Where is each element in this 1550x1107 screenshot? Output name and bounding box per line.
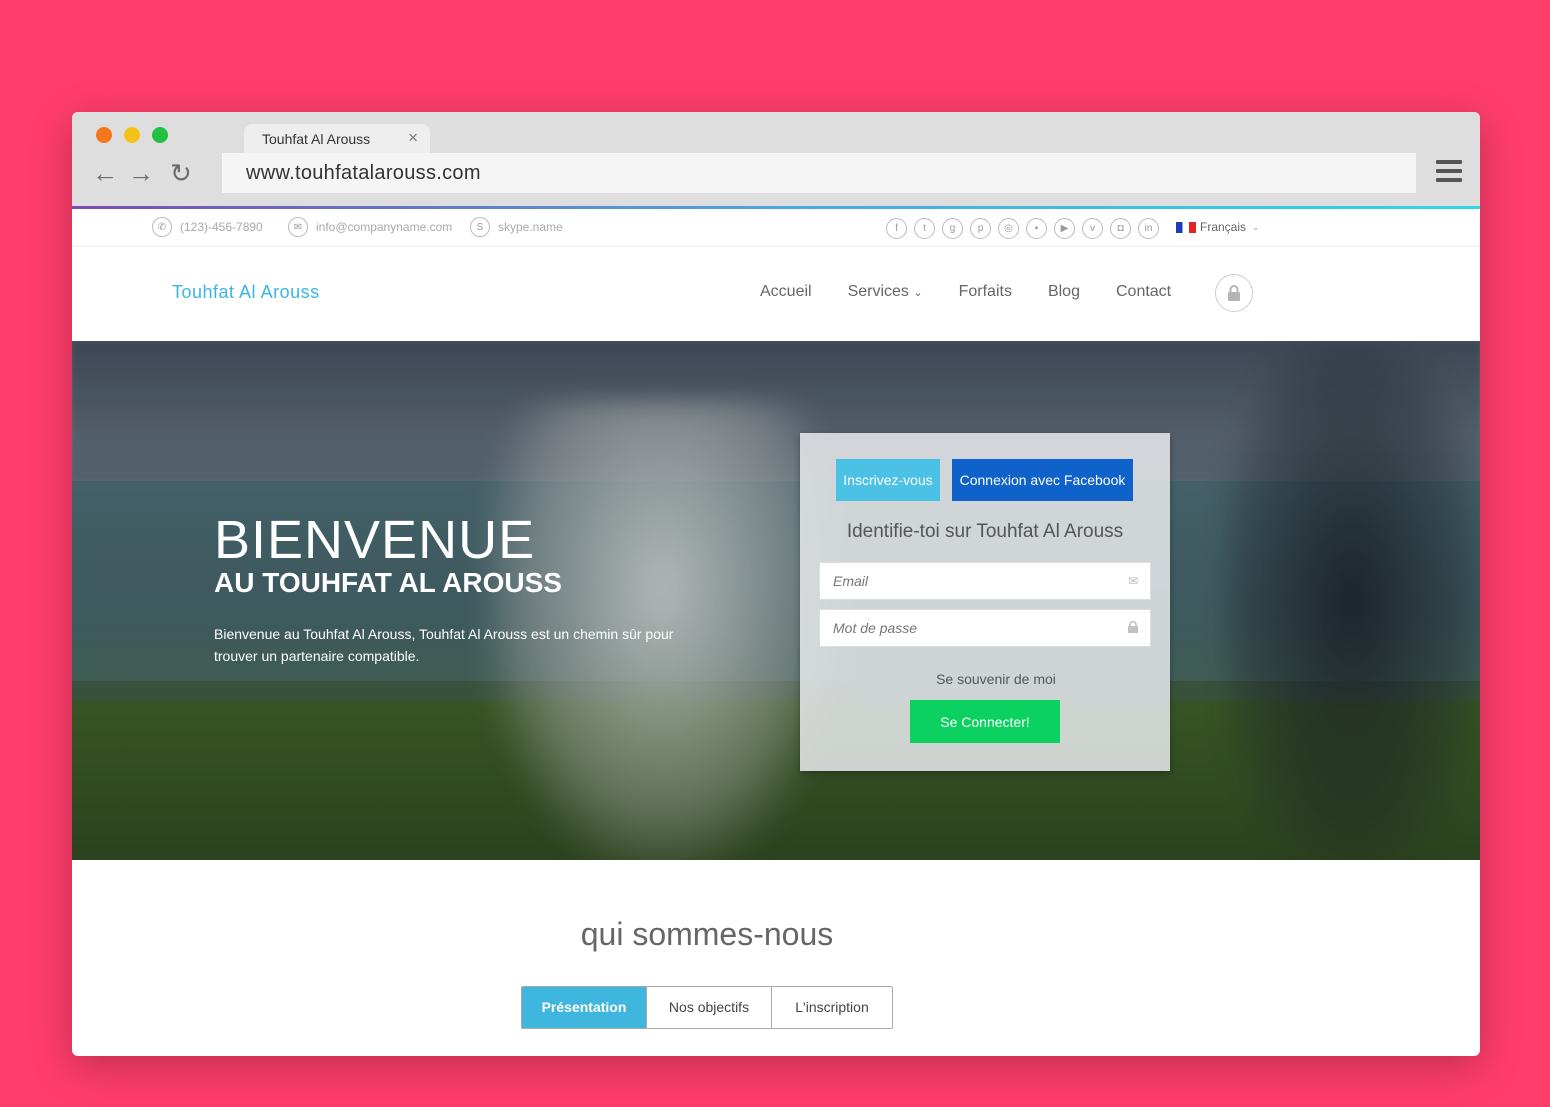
- nav-item-accueil[interactable]: Accueil: [760, 283, 812, 301]
- minimize-window-button[interactable]: [124, 127, 140, 143]
- about-tabs: Présentation Nos objectifs L'inscription: [521, 986, 893, 1029]
- tab-title: Touhfat Al Arouss: [262, 131, 371, 147]
- nav-item-services-label: Services: [847, 283, 909, 300]
- about-title: qui sommes-nous: [580, 916, 834, 952]
- facebook-login-button[interactable]: Connexion avec Facebook: [952, 459, 1133, 501]
- twitter-icon[interactable]: t: [914, 218, 935, 239]
- tab-presentation[interactable]: Présentation: [522, 987, 647, 1028]
- nav-item-contact[interactable]: Contact: [1116, 283, 1171, 301]
- back-arrow-icon[interactable]: ←: [92, 158, 118, 188]
- hero-section: BIENVENUE AU TOUHFAT AL AROUSS Bienvenue…: [72, 341, 1480, 860]
- social-links: f t g p ◎ ▪ ▶ v ◘ in: [886, 218, 1166, 239]
- email-field[interactable]: [820, 563, 1150, 599]
- vimeo-icon[interactable]: v: [1082, 218, 1103, 239]
- nav-item-forfaits[interactable]: Forfaits: [959, 283, 1012, 301]
- lock-icon[interactable]: [1215, 274, 1253, 312]
- forward-arrow-icon[interactable]: →: [128, 158, 154, 188]
- envelope-icon: ✉: [288, 217, 308, 237]
- password-field-wrapper: [819, 609, 1151, 647]
- close-tab-icon[interactable]: ×: [408, 128, 418, 148]
- maximize-window-button[interactable]: [152, 127, 168, 143]
- login-title: Identifie-toi sur Touhfat Al Arouss: [846, 521, 1124, 542]
- login-panel: Inscrivez-vous Connexion avec Facebook I…: [800, 433, 1170, 771]
- hero-description: Bienvenue au Touhfat Al Arouss, Touhfat …: [214, 626, 674, 664]
- browser-chrome: Touhfat Al Arouss × ← → ↻ www.touhfatala…: [72, 112, 1480, 206]
- flickr-icon[interactable]: ▪: [1026, 218, 1047, 239]
- email-text: info@companyname.com: [316, 220, 453, 234]
- youtube-icon[interactable]: ▶: [1054, 218, 1075, 239]
- remember-me[interactable]: Se souvenir de moi: [800, 671, 1170, 687]
- connect-button[interactable]: Se Connecter!: [910, 700, 1060, 743]
- main-menu: Accueil Services ⌄ Forfaits Blog Contact: [760, 283, 1207, 301]
- envelope-icon: ✉: [1127, 574, 1138, 588]
- hero-title: BIENVENUE: [214, 510, 536, 570]
- top-info-bar: ✆ (123)-456-7890 ✉ info@companyname.com …: [72, 209, 1480, 247]
- google-plus-icon[interactable]: g: [942, 218, 963, 239]
- skype-contact[interactable]: S skype.name: [470, 217, 563, 237]
- french-flag-icon: [1176, 221, 1196, 233]
- browser-tab[interactable]: Touhfat Al Arouss ×: [244, 124, 430, 154]
- skype-icon: S: [470, 217, 490, 237]
- chevron-down-icon: ⌄: [913, 287, 923, 299]
- phone-icon: ✆: [152, 217, 172, 237]
- lock-icon: [1128, 620, 1138, 636]
- register-button[interactable]: Inscrivez-vous: [836, 459, 940, 501]
- nav-item-blog[interactable]: Blog: [1048, 283, 1080, 301]
- instagram-icon[interactable]: ◘: [1110, 218, 1131, 239]
- linkedin-icon[interactable]: in: [1138, 218, 1159, 239]
- nav-item-services[interactable]: Services ⌄: [848, 283, 923, 301]
- main-navbar: Touhfat Al Arouss Accueil Services ⌄ For…: [72, 248, 1480, 341]
- pinterest-icon[interactable]: p: [970, 218, 991, 239]
- reload-icon[interactable]: ↻: [170, 158, 192, 188]
- language-label: Français: [1200, 220, 1247, 234]
- address-bar[interactable]: www.touhfatalarouss.com: [222, 153, 1416, 193]
- hamburger-menu-icon[interactable]: [1436, 160, 1462, 184]
- phone-text: (123)-456-7890: [180, 220, 263, 234]
- chevron-down-icon: ⌄: [1252, 221, 1260, 232]
- close-window-button[interactable]: [96, 127, 112, 143]
- facebook-icon[interactable]: f: [886, 218, 907, 239]
- email-contact[interactable]: ✉ info@companyname.com: [288, 217, 452, 237]
- dribbble-icon[interactable]: ◎: [998, 218, 1019, 239]
- skype-text: skype.name: [498, 220, 563, 234]
- browser-window: Touhfat Al Arouss × ← → ↻ www.touhfatala…: [72, 112, 1480, 1056]
- phone-contact: ✆ (123)-456-7890: [152, 217, 263, 237]
- hero-subtitle: AU TOUHFAT AL AROUSS: [214, 567, 562, 598]
- url-text: www.touhfatalarouss.com: [246, 162, 481, 184]
- email-field-wrapper: ✉: [819, 562, 1151, 600]
- tab-nos-objectifs[interactable]: Nos objectifs: [647, 987, 772, 1028]
- tab-inscription[interactable]: L'inscription: [772, 987, 892, 1028]
- password-field[interactable]: [820, 610, 1150, 646]
- brand-logo[interactable]: Touhfat Al Arouss: [172, 282, 320, 303]
- language-selector[interactable]: Français ⌄: [1176, 220, 1260, 234]
